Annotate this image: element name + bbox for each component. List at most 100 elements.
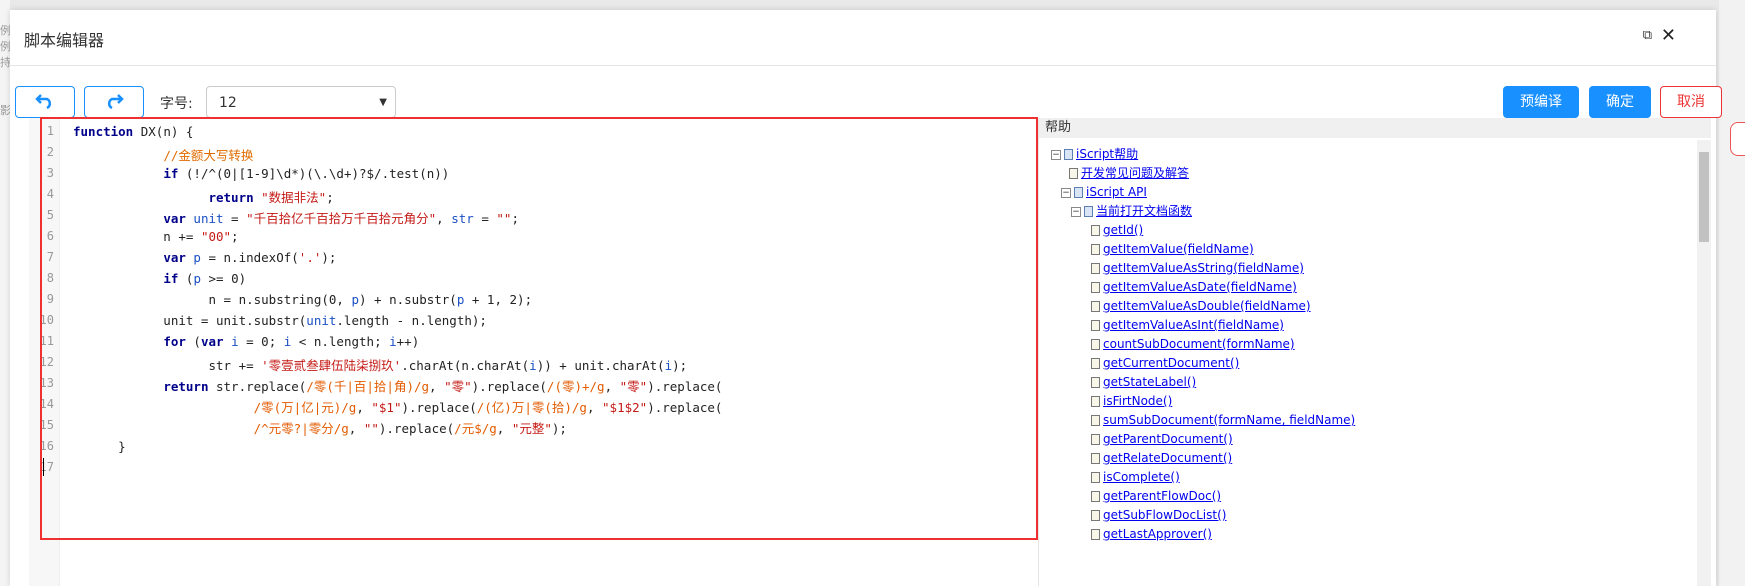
cancel-button[interactable]: 取消 (1660, 86, 1722, 118)
help-tree-link[interactable]: getCurrentDocument() (1103, 356, 1239, 370)
code-line: unit = unit.substr(unit.length - n.lengt… (73, 313, 487, 328)
line-number: 4 (46, 187, 54, 201)
help-tree-link[interactable]: getStateLabel() (1103, 375, 1196, 389)
undo-button[interactable] (15, 86, 75, 118)
help-tree-link[interactable]: getItemValue(fieldName) (1103, 242, 1254, 256)
help-tree-item[interactable]: getCurrentDocument() (1091, 355, 1239, 371)
code-line: return "数据非法"; (208, 190, 334, 205)
font-size-value: 12 (219, 95, 237, 111)
help-tree-link[interactable]: countSubDocument(formName) (1103, 337, 1295, 351)
help-tree-item[interactable]: getItemValue(fieldName) (1091, 241, 1254, 257)
document-icon (1091, 491, 1100, 502)
document-icon (1091, 396, 1100, 407)
dialog-title: 脚本编辑器 (24, 31, 105, 50)
font-size-select[interactable]: 12 ▼ (206, 86, 396, 118)
redo-button[interactable] (84, 86, 144, 118)
book-icon (1084, 206, 1093, 217)
help-tree-item[interactable]: − 当前打开文档函数 (1071, 203, 1192, 219)
code-editor[interactable]: 1 2 3 4 5 6 7 8 9 10 11 12 13 14 15 16 1… (29, 118, 1036, 586)
close-icon[interactable]: ✕ (1661, 25, 1676, 46)
line-number: 13 (39, 376, 54, 390)
document-icon (1091, 244, 1100, 255)
code-text-area[interactable]: function DX(n) { //金额大写转换 if (!/^(0|[1-9… (59, 118, 1036, 586)
help-tree-link[interactable]: getItemValueAsDate(fieldName) (1103, 280, 1297, 294)
help-panel-header: 帮助 (1039, 118, 1711, 138)
line-number: 10 (39, 313, 54, 327)
help-tree-link[interactable]: getLastApprover() (1103, 527, 1212, 541)
document-icon (1091, 358, 1100, 369)
help-tree-item[interactable]: getLastApprover() (1091, 526, 1212, 542)
document-icon (1091, 377, 1100, 388)
help-tree-link[interactable]: getItemValueAsDouble(fieldName) (1103, 299, 1311, 313)
help-tree-link[interactable]: isComplete() (1103, 470, 1180, 484)
help-panel: 帮助 − iScript帮助 开发常见问题及解答 − iScript API − 当前打开文… (1038, 118, 1711, 586)
help-tree-item[interactable]: countSubDocument(formName) (1091, 336, 1295, 352)
line-number: 7 (46, 250, 54, 264)
help-tree-link[interactable]: getItemValueAsInt(fieldName) (1103, 318, 1284, 332)
code-line: var p = n.indexOf('.'); (163, 250, 337, 265)
code-line: n = n.substring(0, p) + n.substr(p + 1, … (73, 292, 533, 307)
line-number-gutter: 1 2 3 4 5 6 7 8 9 10 11 12 13 14 15 16 1… (29, 118, 60, 586)
line-number: 6 (46, 229, 54, 243)
help-tree-link[interactable]: getRelateDocument() (1103, 451, 1232, 465)
document-icon (1091, 225, 1100, 236)
help-tree-link[interactable]: 当前打开文档函数 (1096, 204, 1192, 218)
line-number: 17 (39, 460, 54, 474)
help-tree-item[interactable]: isComplete() (1091, 469, 1180, 485)
help-tree-item[interactable]: getItemValueAsDouble(fieldName) (1091, 298, 1311, 314)
help-tree-link[interactable]: getItemValueAsString(fieldName) (1103, 261, 1304, 275)
line-number: 3 (46, 166, 54, 180)
dialog-title-bar: 脚本编辑器 ⧉ ✕ (10, 10, 1716, 66)
code-line: for (var i = 0; i < n.length; i++) (163, 334, 420, 349)
confirm-button[interactable]: 确定 (1589, 86, 1651, 118)
help-tree-link[interactable]: iScript帮助 (1076, 147, 1138, 161)
code-line: return str.replace(/零(千|百|拾|角)/g, "零").r… (163, 379, 723, 394)
collapse-toggle-icon[interactable]: − (1051, 149, 1061, 160)
external-link-icon[interactable]: ⧉ (1643, 28, 1652, 43)
help-tree-item[interactable]: sumSubDocument(formName, fieldName) (1091, 412, 1355, 428)
scrollbar-thumb[interactable] (1699, 152, 1709, 242)
help-tree-link[interactable]: getId() (1103, 223, 1143, 237)
redo-icon (107, 94, 124, 110)
help-tree-item[interactable]: getParentFlowDoc() (1091, 488, 1221, 504)
help-tree-item[interactable]: isFirtNode() (1091, 393, 1172, 409)
code-line: n += "00"; (73, 229, 239, 244)
line-number: 12 (39, 355, 54, 369)
help-tree-link[interactable]: getParentDocument() (1103, 432, 1233, 446)
help-tree-item[interactable]: getItemValueAsDate(fieldName) (1091, 279, 1297, 295)
line-number: 16 (39, 439, 54, 453)
background-side-tab[interactable] (1730, 122, 1745, 156)
background-right-strip (1719, 0, 1745, 586)
help-tree-link[interactable]: iScript API (1086, 185, 1147, 199)
help-tree-link[interactable]: isFirtNode() (1103, 394, 1172, 408)
book-icon (1074, 187, 1083, 198)
help-scrollbar[interactable] (1697, 140, 1711, 586)
help-tree-link[interactable]: getParentFlowDoc() (1103, 489, 1221, 503)
help-tree-link[interactable]: sumSubDocument(formName, fieldName) (1103, 413, 1355, 427)
undo-icon (35, 94, 52, 110)
document-icon (1069, 168, 1078, 179)
help-tree-item[interactable]: − iScript帮助 (1051, 146, 1138, 162)
document-icon (1091, 282, 1100, 293)
help-tree-item[interactable]: getStateLabel() (1091, 374, 1196, 390)
help-tree-link[interactable]: 开发常见问题及解答 (1081, 166, 1189, 180)
document-icon (1091, 510, 1100, 521)
help-tree-item[interactable]: getItemValueAsString(fieldName) (1091, 260, 1304, 276)
precompile-button[interactable]: 预编译 (1503, 86, 1579, 118)
document-icon (1091, 472, 1100, 483)
help-tree-link[interactable]: getSubFlowDocList() (1103, 508, 1226, 522)
collapse-toggle-icon[interactable]: − (1061, 187, 1071, 198)
line-number: 8 (46, 271, 54, 285)
help-tree-item[interactable]: getParentDocument() (1091, 431, 1233, 447)
help-tree-item[interactable]: 开发常见问题及解答 (1069, 165, 1189, 181)
help-tree-item[interactable]: getItemValueAsInt(fieldName) (1091, 317, 1284, 333)
line-number: 2 (46, 145, 54, 159)
collapse-toggle-icon[interactable]: − (1071, 206, 1081, 217)
help-tree-item[interactable]: getRelateDocument() (1091, 450, 1232, 466)
document-icon (1091, 415, 1100, 426)
help-tree-item[interactable]: getId() (1091, 222, 1143, 238)
help-tree-item[interactable]: − iScript API (1061, 184, 1147, 200)
document-icon (1091, 434, 1100, 445)
document-icon (1091, 529, 1100, 540)
help-tree-item[interactable]: getSubFlowDocList() (1091, 507, 1226, 523)
